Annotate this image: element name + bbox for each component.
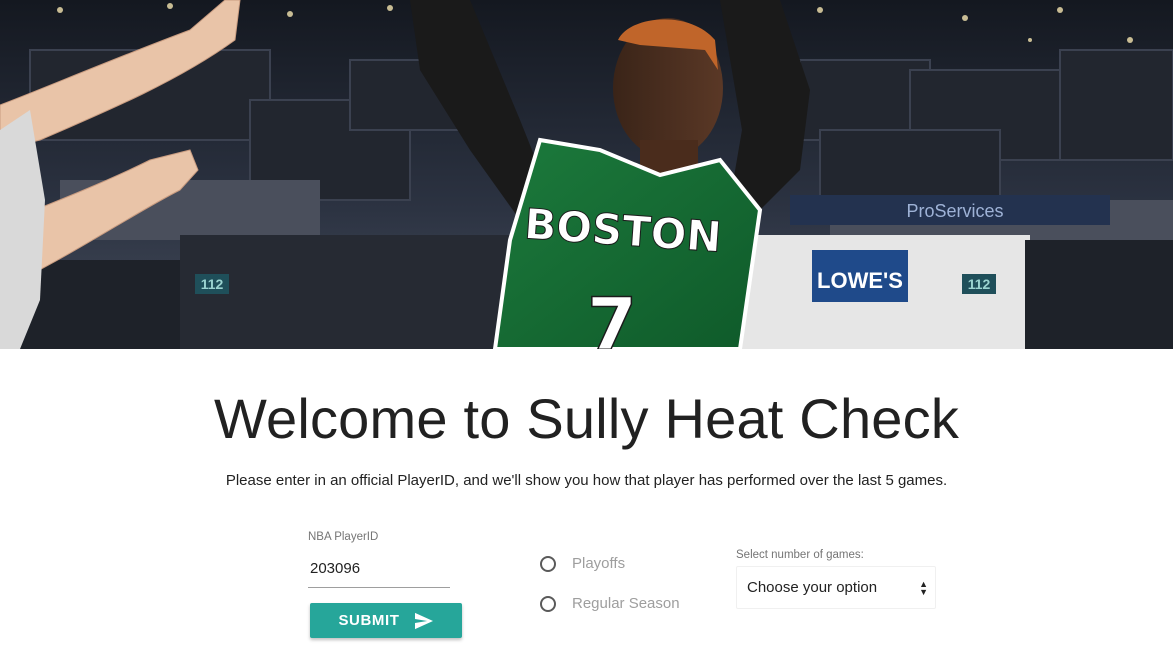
radio-playoffs[interactable]: Playoffs — [540, 555, 625, 572]
lowes-sign-text: LOWE'S — [817, 268, 903, 293]
page-title: Welcome to Sully Heat Check — [213, 387, 960, 450]
proservices-banner: ProServices — [906, 201, 1003, 221]
submit-button-label: SUBMIT — [338, 612, 400, 629]
page-subtitle: Please enter in an official PlayerID, an… — [225, 472, 948, 489]
player-id-label: NBA PlayerID — [308, 531, 379, 543]
games-select-label: Select number of games: — [736, 549, 864, 561]
hero-image: 112 112 LOWE'S ProServices BOSTON 7 — [0, 0, 1173, 349]
games-select[interactable]: Choose your option ▲ ▼ — [736, 566, 936, 609]
radio-circle[interactable] — [540, 555, 556, 572]
select-arrows-icon: ▲ ▼ — [919, 579, 928, 597]
jersey-number-text: 7 — [587, 282, 637, 349]
submit-button[interactable]: SUBMIT — [310, 603, 462, 638]
radio-regular-season[interactable]: Regular Season — [540, 595, 680, 612]
radio-playoffs-label: Playoffs — [572, 555, 626, 572]
radio-circle[interactable] — [540, 595, 556, 612]
section-number-left: 112 — [201, 276, 224, 292]
player-id-input[interactable] — [308, 550, 450, 588]
radio-regular-season-label: Regular Season — [572, 595, 680, 612]
games-select-value: Choose your option — [747, 579, 878, 596]
section-number-right: 112 — [968, 276, 991, 292]
send-icon — [414, 612, 433, 629]
hero-illustration: 112 112 LOWE'S ProServices BOSTON 7 — [0, 0, 1173, 349]
